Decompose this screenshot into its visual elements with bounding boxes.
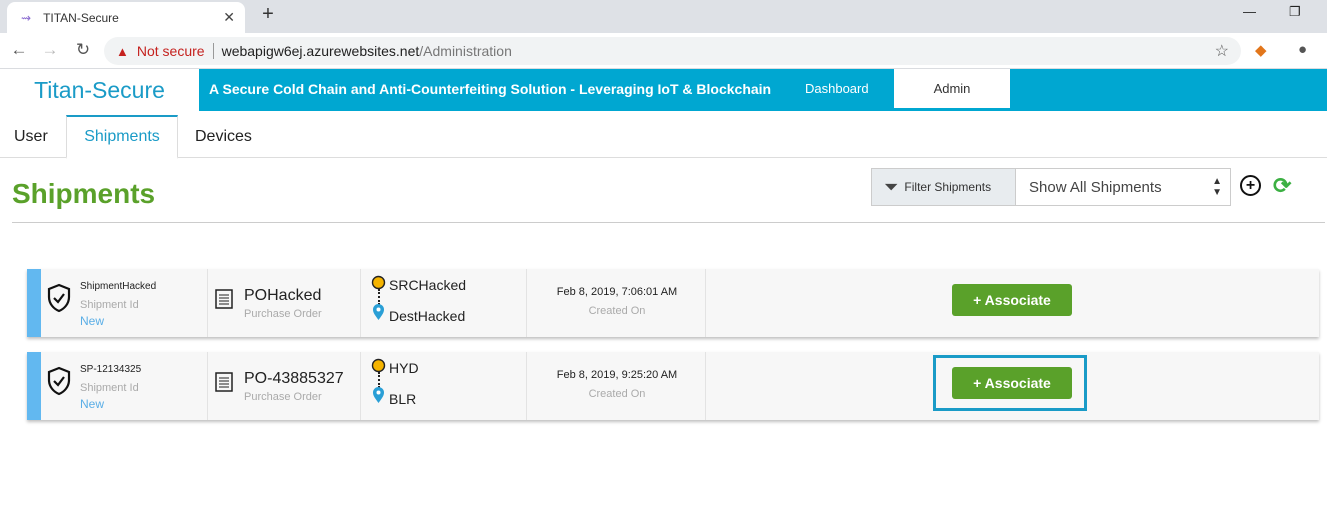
url-path: /Administration [419,43,512,59]
minimize-icon[interactable]: — [1243,4,1256,19]
tagline: A Secure Cold Chain and Anti-Counterfeit… [209,81,772,97]
created-cell [527,352,706,420]
shield-check-icon [47,283,71,313]
security-label: Not secure [136,43,205,59]
browser-toolbar: ← → ↻ ▲ Not secure webapigw6ej.azurewebs… [0,33,1327,69]
purchase-order-label: Purchase Order [244,391,322,403]
created-date: Feb 8, 2019, 7:06:01 AM [556,286,678,298]
funnel-icon: ⏷ [884,176,899,197]
tab-user[interactable]: User [0,115,62,158]
url-host: webapigw6ej.azurewebsites.net [221,43,420,59]
select-value: Show All Shipments [1029,178,1162,196]
document-icon [215,372,233,392]
status-badge: New [80,314,105,328]
tab-devices[interactable]: Devices [181,115,266,158]
status-badge: New [80,397,105,411]
forward-icon[interactable]: → [40,40,60,60]
destination-location: DestHacked [389,308,466,324]
brand-logo[interactable]: Titan-Secure [0,69,199,111]
destination-location: BLR [389,391,417,407]
profile-icon[interactable]: ● [1298,41,1307,58]
filter-shipments-button[interactable]: ⏷ Filter Shipments [871,168,1016,206]
shipment-id-label: Shipment Id [80,299,139,311]
associate-button[interactable]: + Associate [952,284,1072,316]
admin-tabs: User Shipments Devices [0,115,1327,159]
shield-check-icon [47,366,71,396]
app-header: Titan-Secure A Secure Cold Chain and Ant… [0,69,1327,111]
reload-icon[interactable]: ↻ [73,40,93,60]
shipment-id-label: Shipment Id [80,382,139,394]
document-icon [215,289,233,309]
source-location: HYD [389,360,419,376]
row-status-strip [27,352,41,420]
associate-button[interactable]: + Associate [952,367,1072,399]
browser-tab[interactable]: ⇝ TITAN-Secure ✕ [7,2,245,33]
shipment-id: SP-12134325 [80,364,142,375]
created-label: Created On [588,388,646,400]
nav-admin[interactable]: Admin [894,69,1010,111]
divider [12,222,1325,223]
purchase-order: POHacked [244,287,322,304]
purchase-order: PO-43885327 [244,370,344,387]
shipment-row: ShipmentHacked Shipment Id New POHacked … [27,269,1319,337]
close-tab-icon[interactable]: ✕ [223,9,235,26]
address-bar[interactable]: ▲ Not secure webapigw6ej.azurewebsites.n… [104,37,1241,65]
bookmark-star-icon[interactable]: ☆ [1215,41,1229,61]
new-tab-button[interactable]: + [258,3,278,26]
created-cell [527,269,706,337]
shipment-id: ShipmentHacked [80,281,157,292]
back-icon[interactable]: ← [9,40,29,60]
destination-pin-icon [373,387,384,403]
favicon-icon: ⇝ [21,10,32,25]
page-title: Shipments [12,178,156,209]
shipment-filter-select[interactable]: Show All Shipments ▲ ▼ [1015,168,1231,206]
warning-icon: ▲ [116,43,129,59]
browser-tabstrip: ⇝ TITAN-Secure ✕ + — ❐ [0,0,1327,33]
separator [212,43,214,59]
row-status-strip [27,269,41,337]
tab-shipments[interactable]: Shipments [66,115,178,159]
shipment-row: SP-12134325 Shipment Id New PO-43885327 … [27,352,1319,420]
nav-dashboard[interactable]: Dashboard [805,81,869,96]
created-label: Created On [588,305,646,317]
refresh-icon[interactable]: ⟳ [1273,173,1291,199]
purchase-order-label: Purchase Order [244,308,322,320]
tab-title: TITAN-Secure [43,10,119,25]
destination-pin-icon [373,304,384,320]
restore-icon[interactable]: ❐ [1289,4,1301,20]
created-date: Feb 8, 2019, 9:25:20 AM [556,369,678,381]
add-shipment-icon[interactable]: + [1240,175,1261,196]
filter-label: Filter Shipments [904,180,992,194]
metamask-extension-icon[interactable]: ◆ [1255,41,1267,59]
source-location: SRCHacked [389,277,467,293]
select-arrow-icon: ▲ ▼ [1212,176,1222,198]
